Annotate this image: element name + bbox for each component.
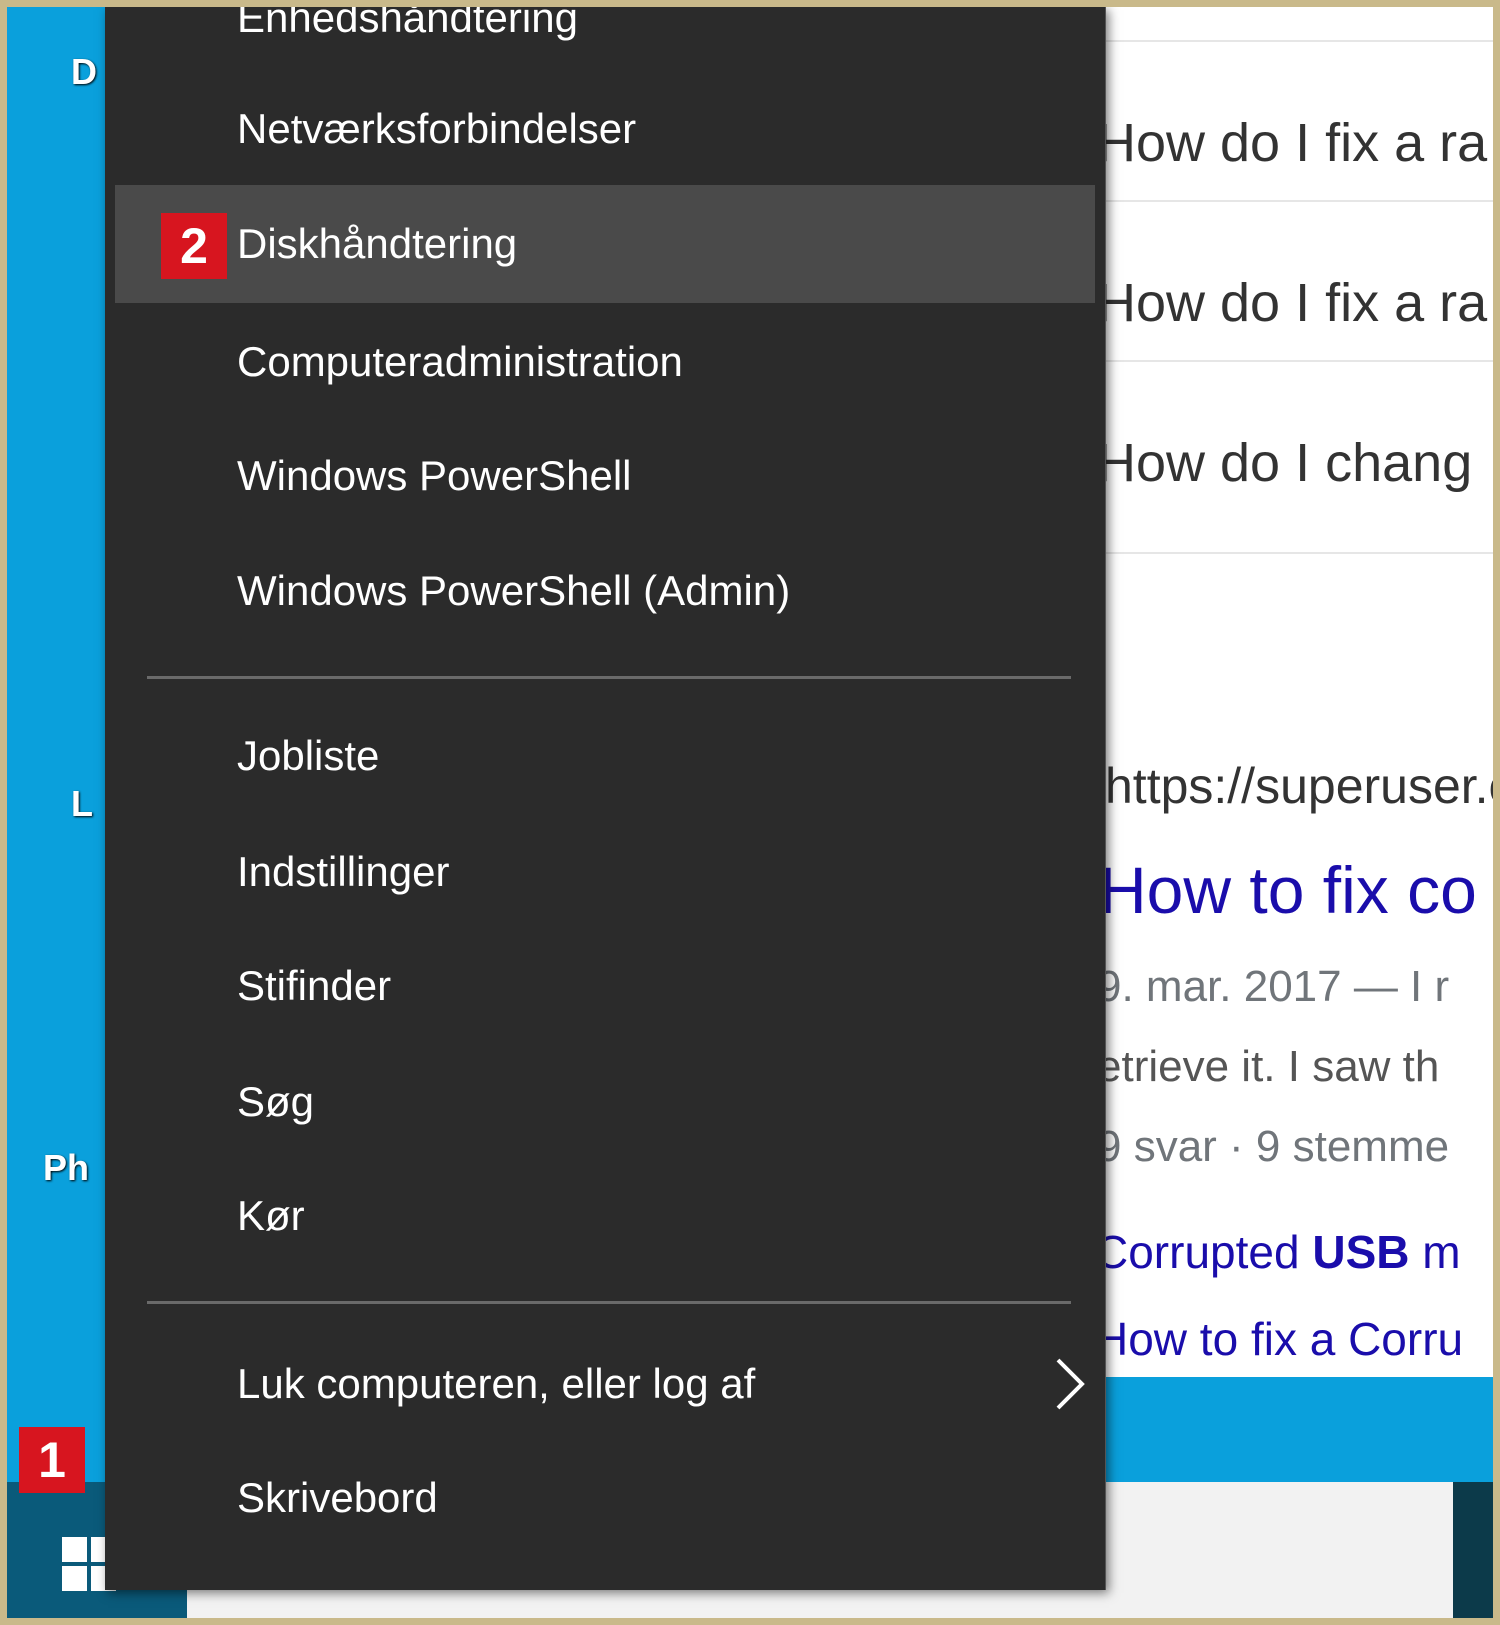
result-snippet: etrieve it. I saw th xyxy=(1105,1042,1440,1091)
taskbar-edge xyxy=(1453,1482,1493,1618)
menu-item-disk-management[interactable]: Diskhåndtering xyxy=(115,185,1095,303)
menu-item-label: Windows PowerShell xyxy=(237,452,632,499)
desktop-icon-label[interactable]: D xyxy=(71,51,97,93)
menu-item-label: Enhedshåndtering xyxy=(237,7,578,41)
winx-context-menu: Enhedshåndtering Netværksforbindelser Di… xyxy=(105,7,1106,1590)
chevron-right-icon xyxy=(1056,1358,1085,1410)
question-text: How do I chang xyxy=(1105,433,1473,493)
question-row[interactable]: How do I fix a ra xyxy=(1105,40,1493,202)
related-link[interactable]: How to fix a Corru xyxy=(1105,1312,1463,1366)
divider xyxy=(1105,552,1493,554)
menu-item-label: Skrivebord xyxy=(237,1474,438,1521)
step-badge-disk: 2 xyxy=(161,213,227,279)
menu-item-label: Kør xyxy=(237,1192,305,1239)
question-text: How do I fix a ra xyxy=(1105,113,1488,173)
menu-item-computer-management[interactable]: Computeradministration xyxy=(115,303,1095,421)
screenshot-frame: D L Ph How do I fix a ra How do I fix a … xyxy=(7,7,1493,1618)
menu-item-powershell-admin[interactable]: Windows PowerShell (Admin) xyxy=(115,532,1095,650)
menu-item-task-manager[interactable]: Jobliste xyxy=(115,697,1095,815)
menu-item-label: Søg xyxy=(237,1078,315,1125)
menu-item-search[interactable]: Søg xyxy=(115,1043,1095,1161)
menu-item-device-manager[interactable]: Enhedshåndtering xyxy=(115,7,1095,77)
step-badge-start: 1 xyxy=(19,1427,85,1493)
menu-item-label: Computeradministration xyxy=(237,338,683,385)
result-date: 9. mar. 2017 — I r xyxy=(1105,962,1450,1011)
menu-item-powershell[interactable]: Windows PowerShell xyxy=(115,417,1095,535)
result-url: https://superuser.c xyxy=(1105,758,1493,814)
menu-item-label: Diskhåndtering xyxy=(237,220,518,267)
menu-item-settings[interactable]: Indstillinger xyxy=(115,813,1095,931)
desktop-icon-label[interactable]: Ph xyxy=(43,1147,89,1189)
related-link[interactable]: Corrupted USB m xyxy=(1105,1225,1461,1279)
menu-item-network-connections[interactable]: Netværksforbindelser xyxy=(115,70,1095,188)
menu-item-label: Windows PowerShell (Admin) xyxy=(237,567,791,614)
question-row[interactable]: How do I chang xyxy=(1105,360,1493,522)
related-link-prefix: Corrupted xyxy=(1105,1226,1313,1278)
question-text: How do I fix a ra xyxy=(1105,273,1488,333)
menu-separator xyxy=(147,676,1071,679)
menu-item-label: Luk computeren, eller log af xyxy=(237,1360,756,1407)
menu-item-run[interactable]: Kør xyxy=(115,1157,1095,1275)
result-meta: 9 svar · 9 stemme xyxy=(1105,1122,1450,1171)
result-title-link[interactable]: How to fix co xyxy=(1105,852,1477,928)
menu-item-label: Netværksforbindelser xyxy=(237,105,637,152)
menu-item-desktop[interactable]: Skrivebord xyxy=(115,1439,1095,1557)
menu-item-label: Stifinder xyxy=(237,962,392,1009)
menu-item-label: Indstillinger xyxy=(237,848,450,895)
menu-item-shutdown[interactable]: Luk computeren, eller log af xyxy=(115,1325,1095,1443)
desktop-icon-label[interactable]: L xyxy=(71,783,93,825)
related-link-suffix: m xyxy=(1409,1226,1461,1278)
menu-separator xyxy=(147,1301,1071,1304)
related-link-bold: USB xyxy=(1312,1226,1410,1278)
menu-item-label: Jobliste xyxy=(237,732,380,779)
browser-window: How do I fix a ra How do I fix a ra How … xyxy=(1105,7,1493,1377)
question-row[interactable]: How do I fix a ra xyxy=(1105,200,1493,362)
menu-item-file-explorer[interactable]: Stifinder xyxy=(115,927,1095,1045)
